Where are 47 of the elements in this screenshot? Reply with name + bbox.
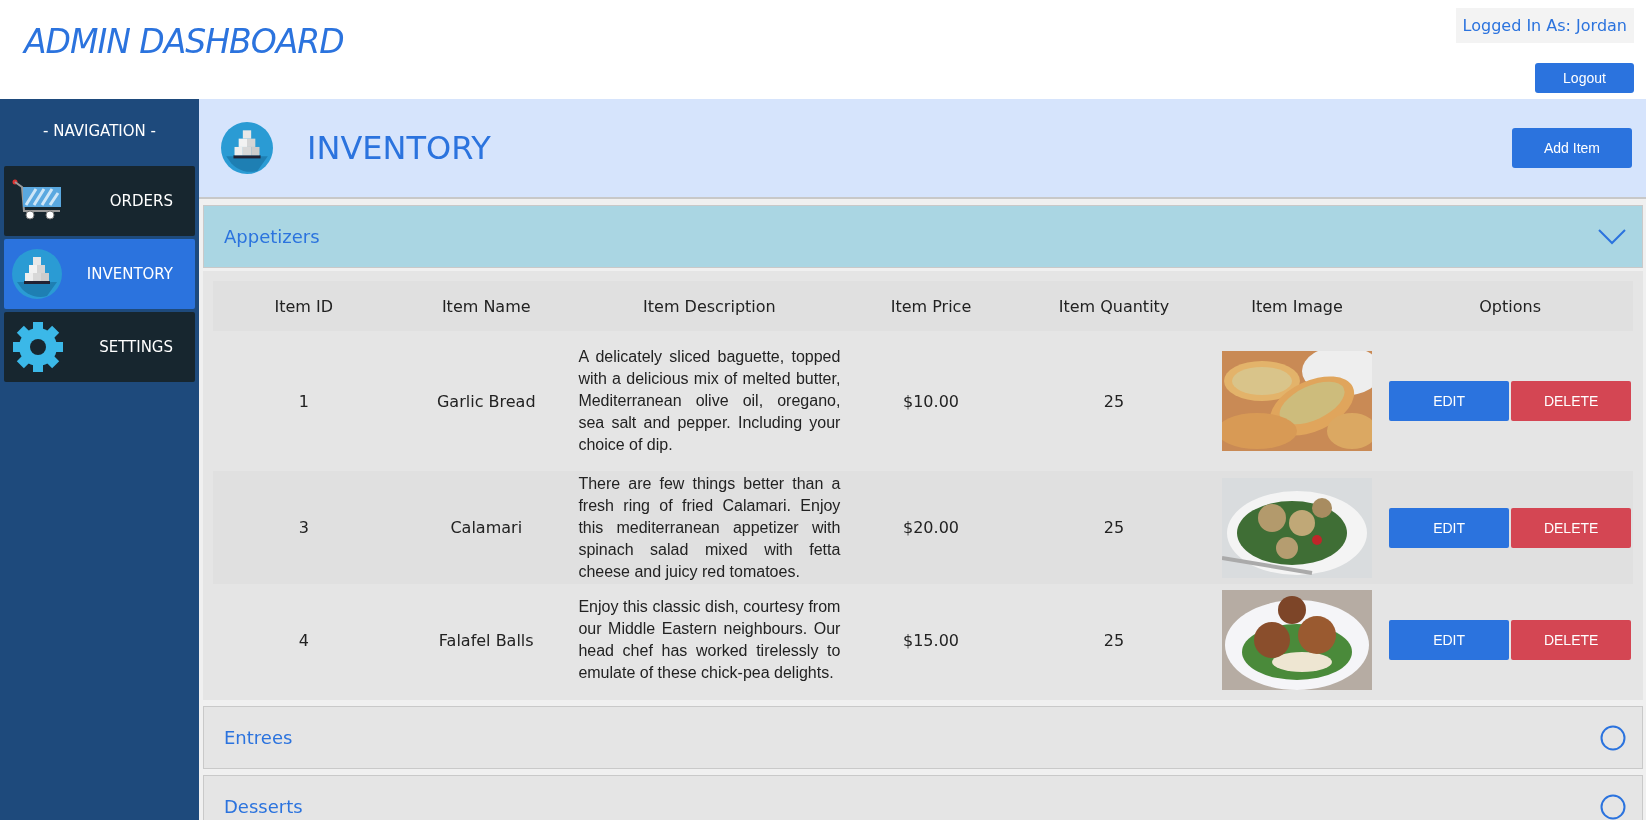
column-header: Item Description	[643, 296, 776, 316]
column-header: Item Quantity	[1058, 296, 1170, 316]
edit-button[interactable]: EDIT	[1389, 381, 1510, 421]
table-cell: $10.00	[903, 391, 959, 411]
delete-button[interactable]: DELETE	[1511, 620, 1632, 660]
table-cell: $15.00	[903, 630, 959, 650]
cart-icon	[12, 179, 64, 223]
table-cell: 25	[1103, 518, 1125, 537]
table-cell: Garlic Bread	[436, 391, 536, 411]
item-description: A delicately sliced baguette, topped with a delicious mix of melted butter, Mediterranean olive oil, oregano, sea salt and pepper. Including your choice of dip.	[578, 347, 841, 455]
page-title: INVENTORY	[307, 129, 491, 167]
column-header: Item Image	[1251, 296, 1343, 316]
section-header[interactable]: Appetizers	[203, 205, 1643, 268]
table-cell: 3	[298, 518, 309, 537]
item-description: There are few things better than a fresh ring of fried Calamari. Enjoy this mediterranean appetizer with spinach salad mixed with fetta cheese and juicy red tomatoes.	[578, 473, 841, 582]
table-cell: 25	[1103, 391, 1125, 411]
delete-button[interactable]: DELETE	[1511, 381, 1632, 421]
circle-icon[interactable]	[1600, 724, 1626, 751]
add-item-button[interactable]: Add Item	[1512, 128, 1632, 168]
dashboard-title: ADMIN DASHBOARD	[24, 22, 344, 63]
table-cell: Falafel Balls	[438, 630, 534, 650]
nav-item[interactable]: ORDERS	[4, 166, 195, 236]
nav-item[interactable]: SETTINGS	[4, 312, 195, 382]
column-header: Item Price	[890, 296, 972, 316]
pallet-icon	[12, 249, 62, 299]
logout-button[interactable]: Logout	[1535, 63, 1634, 93]
edit-button[interactable]: EDIT	[1389, 507, 1510, 548]
section-header[interactable]: Desserts	[203, 775, 1643, 820]
column-header: Item Name	[441, 296, 531, 316]
nav-item[interactable]: INVENTORY	[4, 239, 195, 309]
table-cell: $20.00	[903, 518, 959, 537]
pallet-icon	[221, 122, 273, 174]
delete-button[interactable]: DELETE	[1511, 507, 1632, 548]
circle-icon[interactable]	[1600, 793, 1626, 820]
chevron-icon[interactable]	[1598, 228, 1626, 245]
table-cell: 1	[298, 391, 309, 411]
navigation-heading: - NAVIGATION -	[42, 121, 157, 142]
column-header: Item ID	[274, 296, 333, 316]
column-header: Options	[1479, 296, 1541, 316]
table-cell: 25	[1103, 630, 1125, 650]
item-description: Enjoy this classic dish, courtesy from our Middle Eastern neighbours. Our head chef has worked tirelessly to emulate of these chick-pea delights.	[578, 597, 841, 683]
logged-in-user: Logged In As: Jordan	[1455, 8, 1634, 43]
table-cell: 4	[298, 630, 309, 650]
gear-icon	[12, 321, 64, 373]
edit-button[interactable]: EDIT	[1389, 620, 1510, 660]
table-cell: Calamari	[450, 518, 523, 537]
section-header[interactable]: Entrees	[203, 706, 1643, 769]
